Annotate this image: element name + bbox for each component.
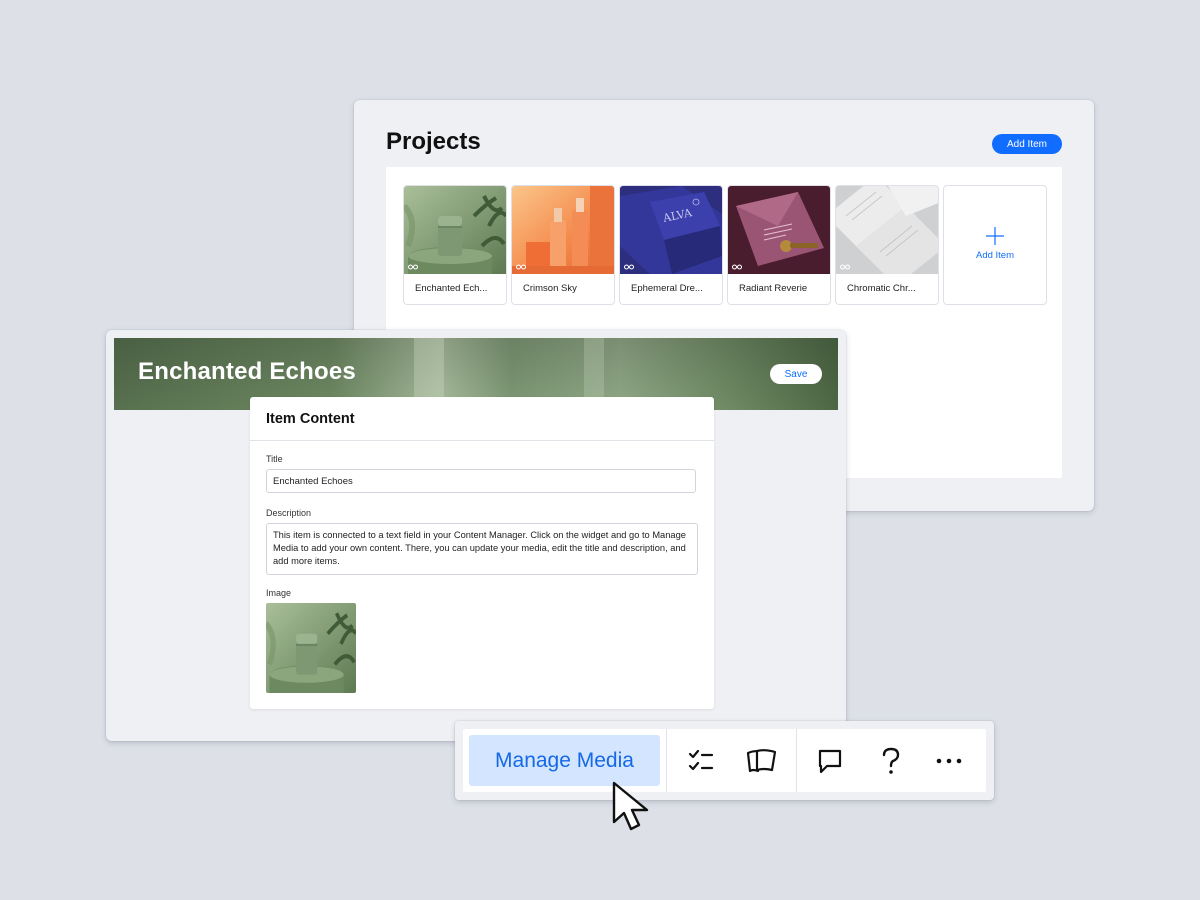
loop-icon [516,264,526,270]
save-button[interactable]: Save [770,364,822,384]
cards-icon[interactable] [743,742,781,780]
project-card-radiant-reverie[interactable]: Radiant Reverie [727,185,831,305]
toolbar-inner: Manage Media [463,729,986,792]
loop-icon [732,264,742,270]
project-card-chromatic-chronicles[interactable]: Chromatic Chr... [835,185,939,305]
project-card-enchanted-echoes[interactable]: Enchanted Ech... [403,185,507,305]
project-thumbnail [836,186,938,274]
image-label: Image [266,588,292,598]
hero-title: Enchanted Echoes [138,358,356,385]
plus-icon [986,227,1004,245]
manage-media-button[interactable]: Manage Media [469,735,660,786]
projects-title: Projects [386,128,481,155]
divider [250,440,714,441]
title-input[interactable] [266,469,696,493]
floating-toolbar: Manage Media [455,721,994,800]
project-card-crimson-sky[interactable]: Crimson Sky [511,185,615,305]
description-label: Description [266,508,312,518]
comment-icon[interactable] [811,742,849,780]
toolbar-divider [666,729,667,792]
project-card-label: Ephemeral Dre... [631,283,703,294]
add-item-card-label: Add Item [975,250,1015,261]
loop-icon [408,264,418,270]
item-content-card: Item Content Title Description This item… [250,397,714,709]
project-card-label: Enchanted Ech... [415,283,488,294]
checklist-icon[interactable] [682,742,720,780]
project-thumbnail [404,186,506,274]
more-icon[interactable] [930,742,968,780]
toolbar-divider [796,729,797,792]
loop-icon [840,264,850,270]
project-card-label: Radiant Reverie [739,283,808,294]
help-icon[interactable] [872,742,910,780]
title-label: Title [266,454,283,464]
item-content-heading: Item Content [266,411,355,427]
description-textarea[interactable]: This item is connected to a text field i… [266,523,698,575]
loop-icon [624,264,634,270]
add-item-card[interactable]: Add Item [943,185,1047,305]
mouse-cursor-icon [612,781,649,831]
project-thumbnail [728,186,830,274]
project-card-label: Crimson Sky [523,283,577,294]
add-item-button[interactable]: Add Item [992,134,1062,154]
project-card-label: Chromatic Chr... [847,283,916,294]
item-image[interactable] [266,603,356,693]
project-thumbnail [512,186,614,274]
item-editor-panel: Enchanted Echoes Save Item Content Title… [106,330,846,741]
project-card-ephemeral-dreams[interactable]: ALVA Ephemeral Dre... [619,185,723,305]
project-thumbnail: ALVA [620,186,722,274]
